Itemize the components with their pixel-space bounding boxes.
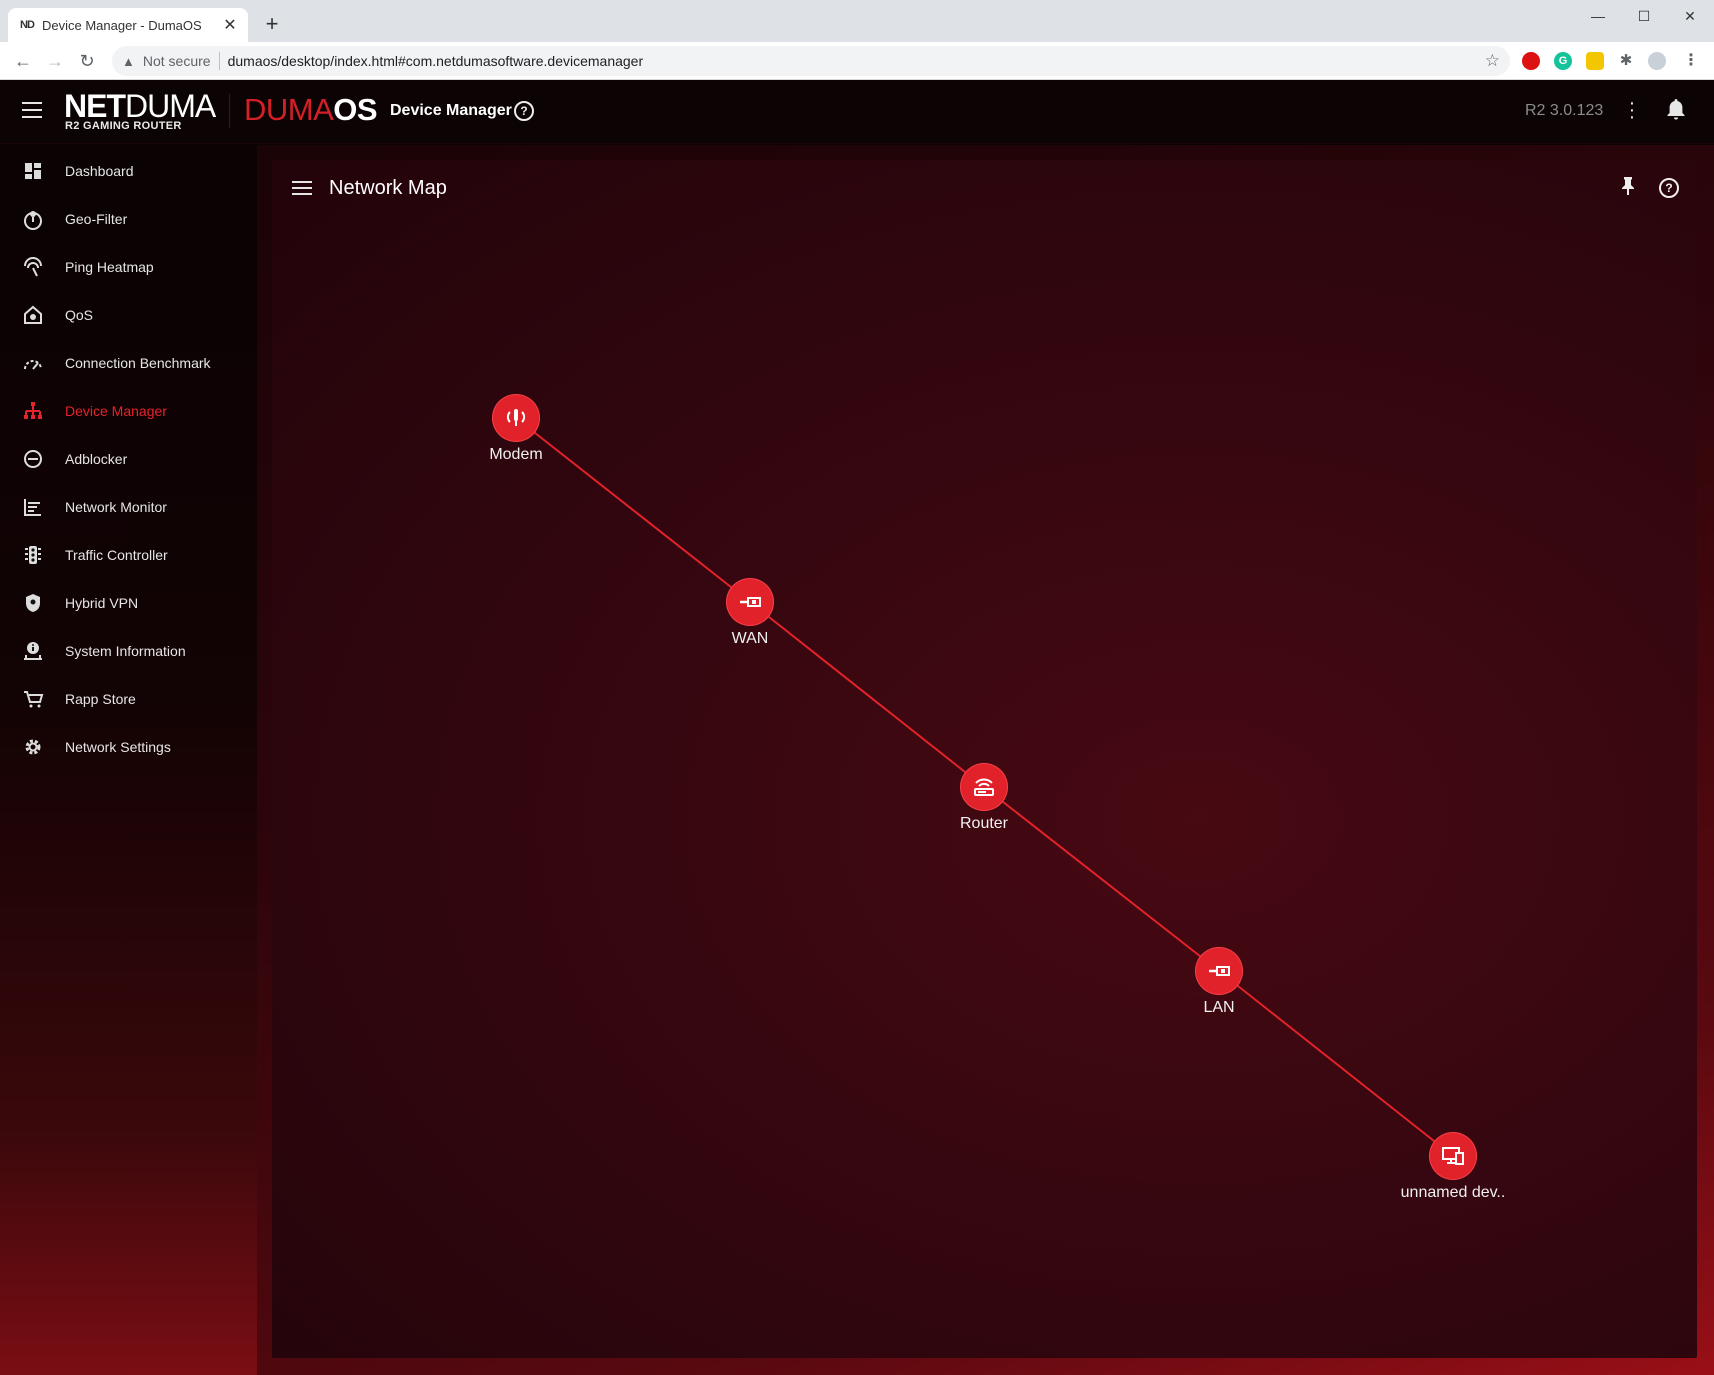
page-title: Device Manager	[390, 102, 512, 119]
devices-icon	[1442, 1147, 1464, 1165]
sidebar-item-label: Dashboard	[65, 163, 134, 179]
gear-icon	[22, 736, 44, 758]
node-lan[interactable]	[1195, 947, 1243, 995]
sidebar-item-qos[interactable]: QoS	[0, 295, 257, 335]
sidebar-item-system-information[interactable]: System Information	[0, 631, 257, 671]
sidebar-item-network-monitor[interactable]: Network Monitor	[0, 487, 257, 527]
bars-icon	[22, 496, 44, 518]
sidebar-item-label: System Information	[65, 643, 186, 659]
sidebar-item-label: Traffic Controller	[65, 547, 168, 563]
sidebar-item-geo-filter[interactable]: Geo-Filter	[0, 199, 257, 239]
card-title: Network Map	[329, 177, 447, 199]
info-icon	[22, 640, 44, 662]
sidebar-item-network-settings[interactable]: Network Settings	[0, 727, 257, 767]
pin-icon[interactable]	[1620, 176, 1636, 202]
sidebar-item-label: Adblocker	[65, 451, 128, 467]
browser-menu-icon[interactable]: ⋮	[1682, 52, 1700, 70]
notifications-bell-icon[interactable]	[1666, 98, 1686, 126]
reload-icon[interactable]: ↻	[74, 48, 100, 74]
node-unnamed-device[interactable]	[1429, 1132, 1477, 1180]
sidebar-item-traffic-controller[interactable]: Traffic Controller	[0, 535, 257, 575]
extensions-puzzle-icon[interactable]: ✱	[1617, 52, 1635, 70]
dashboard-icon	[22, 160, 44, 182]
help-icon[interactable]: ?	[514, 101, 534, 121]
node-modem[interactable]	[492, 394, 540, 442]
node-label-lan: LAN	[1203, 999, 1235, 1016]
card-help-icon[interactable]: ?	[1659, 178, 1679, 198]
ethernet-port-icon	[1209, 966, 1230, 976]
sidebar-item-label: Ping Heatmap	[65, 259, 154, 275]
address-separator	[218, 52, 220, 70]
node-label-unnamed-device: unnamed dev..	[1400, 1184, 1506, 1201]
forward-icon[interactable]: →	[42, 48, 68, 74]
profile-avatar[interactable]	[1648, 52, 1666, 70]
node-router[interactable]	[960, 763, 1008, 811]
minimize-icon[interactable]: —	[1575, 4, 1621, 28]
main-menu-icon[interactable]	[22, 102, 42, 118]
logo-divider	[229, 94, 230, 128]
shield-icon	[22, 592, 44, 614]
new-tab-icon[interactable]: +	[260, 12, 284, 36]
not-secure-label: Not secure	[142, 53, 211, 69]
sidebar-item-hybrid-vpn[interactable]: Hybrid VPN	[0, 583, 257, 623]
warning-icon: ▲	[122, 53, 135, 69]
extension-grammarly-icon[interactable]: G	[1554, 52, 1572, 70]
sidebar-item-label: QoS	[65, 307, 94, 323]
tab-close-icon[interactable]: ✕	[222, 15, 238, 35]
sidebar-item-connection-benchmark[interactable]: Connection Benchmark	[0, 343, 257, 383]
sidebar-item-label: Rapp Store	[65, 691, 136, 707]
traffic-light-icon	[22, 544, 44, 566]
window-close-icon[interactable]: ✕	[1667, 4, 1713, 28]
sidebar-item-label: Network Monitor	[65, 499, 167, 515]
sidebar-item-device-manager[interactable]: Device Manager	[0, 391, 257, 431]
sidebar-item-label: Hybrid VPN	[65, 595, 139, 611]
sidebar-item-label: Geo-Filter	[65, 211, 128, 227]
dumaos-logo: DUMAOS	[244, 92, 378, 127]
browser-tab[interactable]: ND Device Manager - DumaOS ✕	[8, 8, 248, 42]
qos-icon	[22, 304, 44, 326]
browser-tabstrip: ND Device Manager - DumaOS ✕ + — ☐ ✕	[0, 0, 1714, 42]
address-bar[interactable]: ▲ Not secure dumaos/desktop/index.html#c…	[112, 46, 1510, 76]
more-options-icon[interactable]: · · ·	[1627, 93, 1637, 127]
ping-heatmap-icon	[22, 256, 44, 278]
ethernet-port-icon	[740, 597, 761, 607]
back-icon[interactable]: ←	[10, 48, 36, 74]
firmware-version: R2 3.0.123	[1525, 102, 1604, 119]
node-wan[interactable]	[726, 578, 774, 626]
sidebar-item-adblocker[interactable]: Adblocker	[0, 439, 257, 479]
bookmark-star-icon[interactable]: ☆	[1485, 51, 1500, 71]
geo-filter-icon	[22, 208, 44, 230]
extension-adblock-icon[interactable]	[1522, 52, 1540, 70]
router-icon	[974, 778, 994, 796]
url-text[interactable]: dumaos/desktop/index.html#com.netdumasof…	[228, 53, 644, 69]
sidebar-item-label: Network Settings	[65, 739, 171, 755]
cart-icon	[22, 688, 44, 710]
network-tree-icon	[22, 400, 44, 422]
modem-icon	[506, 409, 526, 426]
node-label-modem: Modem	[489, 446, 543, 463]
browser-toolbar: ← → ↻ ▲ Not secure dumaos/desktop/index.…	[0, 42, 1714, 80]
tab-title: Device Manager - DumaOS	[42, 17, 202, 33]
logo-subtitle: R2 GAMING ROUTER	[65, 120, 182, 132]
node-label-wan: WAN	[731, 630, 769, 647]
node-label-router: Router	[959, 815, 1009, 832]
sidebar-item-label: Device Manager	[65, 403, 167, 419]
sidebar-item-dashboard[interactable]: Dashboard	[0, 151, 257, 191]
sidebar-item-rapp-store[interactable]: Rapp Store	[0, 679, 257, 719]
block-icon	[22, 448, 44, 470]
network-map-card	[272, 160, 1697, 1358]
maximize-icon[interactable]: ☐	[1621, 4, 1667, 28]
extension-yellow-icon[interactable]	[1586, 52, 1604, 70]
sidebar-item-label: Connection Benchmark	[65, 355, 211, 371]
card-menu-icon[interactable]	[292, 181, 312, 196]
app-header: NETDUMA R2 GAMING ROUTER DUMAOS Device M…	[0, 80, 1714, 144]
speedometer-icon	[22, 352, 44, 374]
tab-favicon: ND	[20, 19, 35, 31]
sidebar-item-ping-heatmap[interactable]: Ping Heatmap	[0, 247, 257, 287]
